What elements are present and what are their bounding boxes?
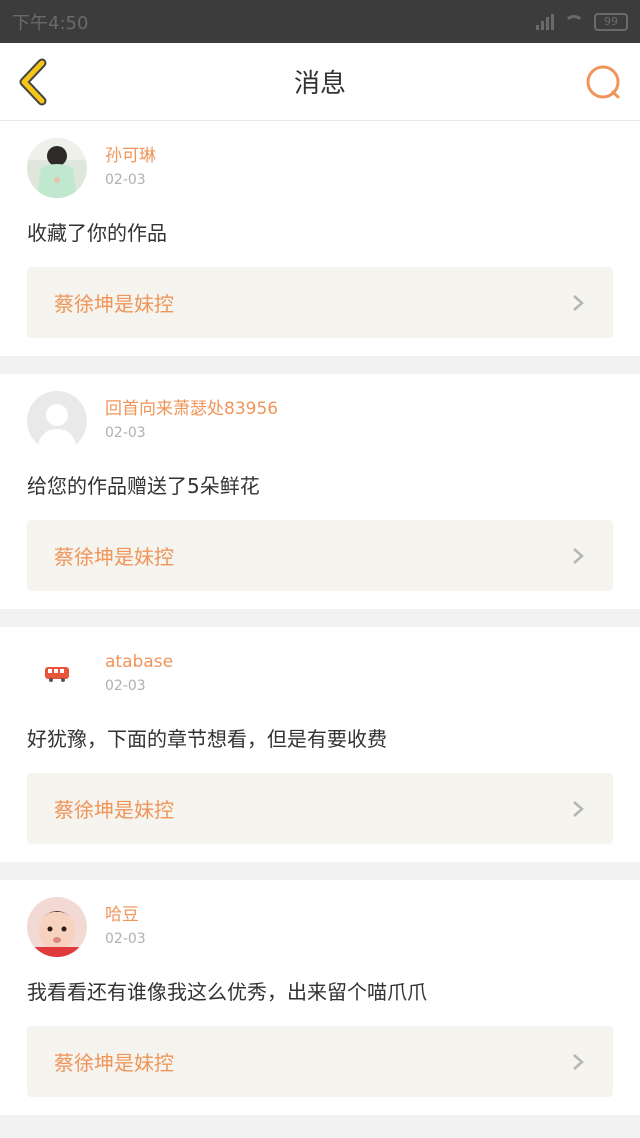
message-text: 我看看还有谁像我这么优秀，出来留个喵爪爪 <box>27 980 427 1004</box>
user-row: 回首向来萧瑟处83956 02-03 <box>27 390 613 452</box>
message-card: 孙可琳 02-03 收藏了你的作品 蔡徐坤是妹控 <box>0 121 640 356</box>
work-link[interactable]: 蔡徐坤是妹控 <box>27 773 613 844</box>
work-link[interactable]: 蔡徐坤是妹控 <box>27 267 613 338</box>
back-button[interactable] <box>14 57 54 107</box>
user-name[interactable]: 孙可琳 <box>105 144 156 168</box>
status-icons: 99 <box>536 12 628 31</box>
work-title: 蔡徐坤是妹控 <box>54 798 174 822</box>
battery-icon: 99 <box>594 12 628 31</box>
message-text: 收藏了你的作品 <box>27 221 167 245</box>
chevron-right-icon <box>573 1053 584 1070</box>
bus-avatar[interactable] <box>27 644 87 704</box>
message-date: 02-03 <box>105 931 146 947</box>
work-title: 蔡徐坤是妹控 <box>54 1051 174 1075</box>
message-date: 02-03 <box>105 678 146 694</box>
work-title: 蔡徐坤是妹控 <box>54 292 174 316</box>
user-meta: 回首向来萧瑟处83956 02-03 <box>105 397 278 445</box>
girl-photo-avatar[interactable] <box>27 138 87 198</box>
default-avatar[interactable] <box>27 391 87 451</box>
page-title: 消息 <box>293 69 346 99</box>
chevron-right-icon <box>573 294 584 311</box>
status-time: 下午4:50 <box>12 12 89 34</box>
nav-bar: 消息 <box>0 43 640 121</box>
chevron-right-icon <box>573 800 584 817</box>
chevron-right-icon <box>573 547 584 564</box>
user-meta: 哈豆 02-03 <box>105 903 146 951</box>
user-meta: atabase 02-03 <box>105 650 173 698</box>
message-card: 回首向来萧瑟处83956 02-03 给您的作品赠送了5朵鲜花 蔡徐坤是妹控 <box>0 374 640 609</box>
message-date: 02-03 <box>105 425 146 441</box>
message-card: atabase 02-03 好犹豫，下面的章节想看，但是有要收费 蔡徐坤是妹控 <box>0 627 640 862</box>
baby-photo-avatar[interactable] <box>27 897 87 957</box>
message-text: 给您的作品赠送了5朵鲜花 <box>27 474 260 498</box>
message-card: 哈豆 02-03 我看看还有谁像我这么优秀，出来留个喵爪爪 蔡徐坤是妹控 <box>0 880 640 1115</box>
status-bar: 下午4:50 99 <box>0 0 640 43</box>
battery-level: 99 <box>604 14 618 28</box>
work-link[interactable]: 蔡徐坤是妹控 <box>27 520 613 591</box>
message-date: 02-03 <box>105 172 146 188</box>
user-meta: 孙可琳 02-03 <box>105 144 156 192</box>
message-text: 好犹豫，下面的章节想看，但是有要收费 <box>27 727 387 751</box>
search-button[interactable] <box>584 63 624 103</box>
wifi-icon <box>564 14 584 29</box>
user-row: atabase 02-03 <box>27 643 613 705</box>
message-list[interactable]: 孙可琳 02-03 收藏了你的作品 蔡徐坤是妹控 回首向来萧瑟处83956 02… <box>0 121 640 1138</box>
user-row: 哈豆 02-03 <box>27 896 613 958</box>
signal-icon <box>536 13 554 30</box>
user-name[interactable]: 回首向来萧瑟处83956 <box>105 397 278 421</box>
user-row: 孙可琳 02-03 <box>27 137 613 199</box>
search-icon <box>586 65 620 99</box>
work-title: 蔡徐坤是妹控 <box>54 545 174 569</box>
user-name[interactable]: atabase <box>105 650 173 674</box>
user-name[interactable]: 哈豆 <box>105 903 146 927</box>
work-link[interactable]: 蔡徐坤是妹控 <box>27 1026 613 1097</box>
back-chevron-icon <box>19 58 47 106</box>
